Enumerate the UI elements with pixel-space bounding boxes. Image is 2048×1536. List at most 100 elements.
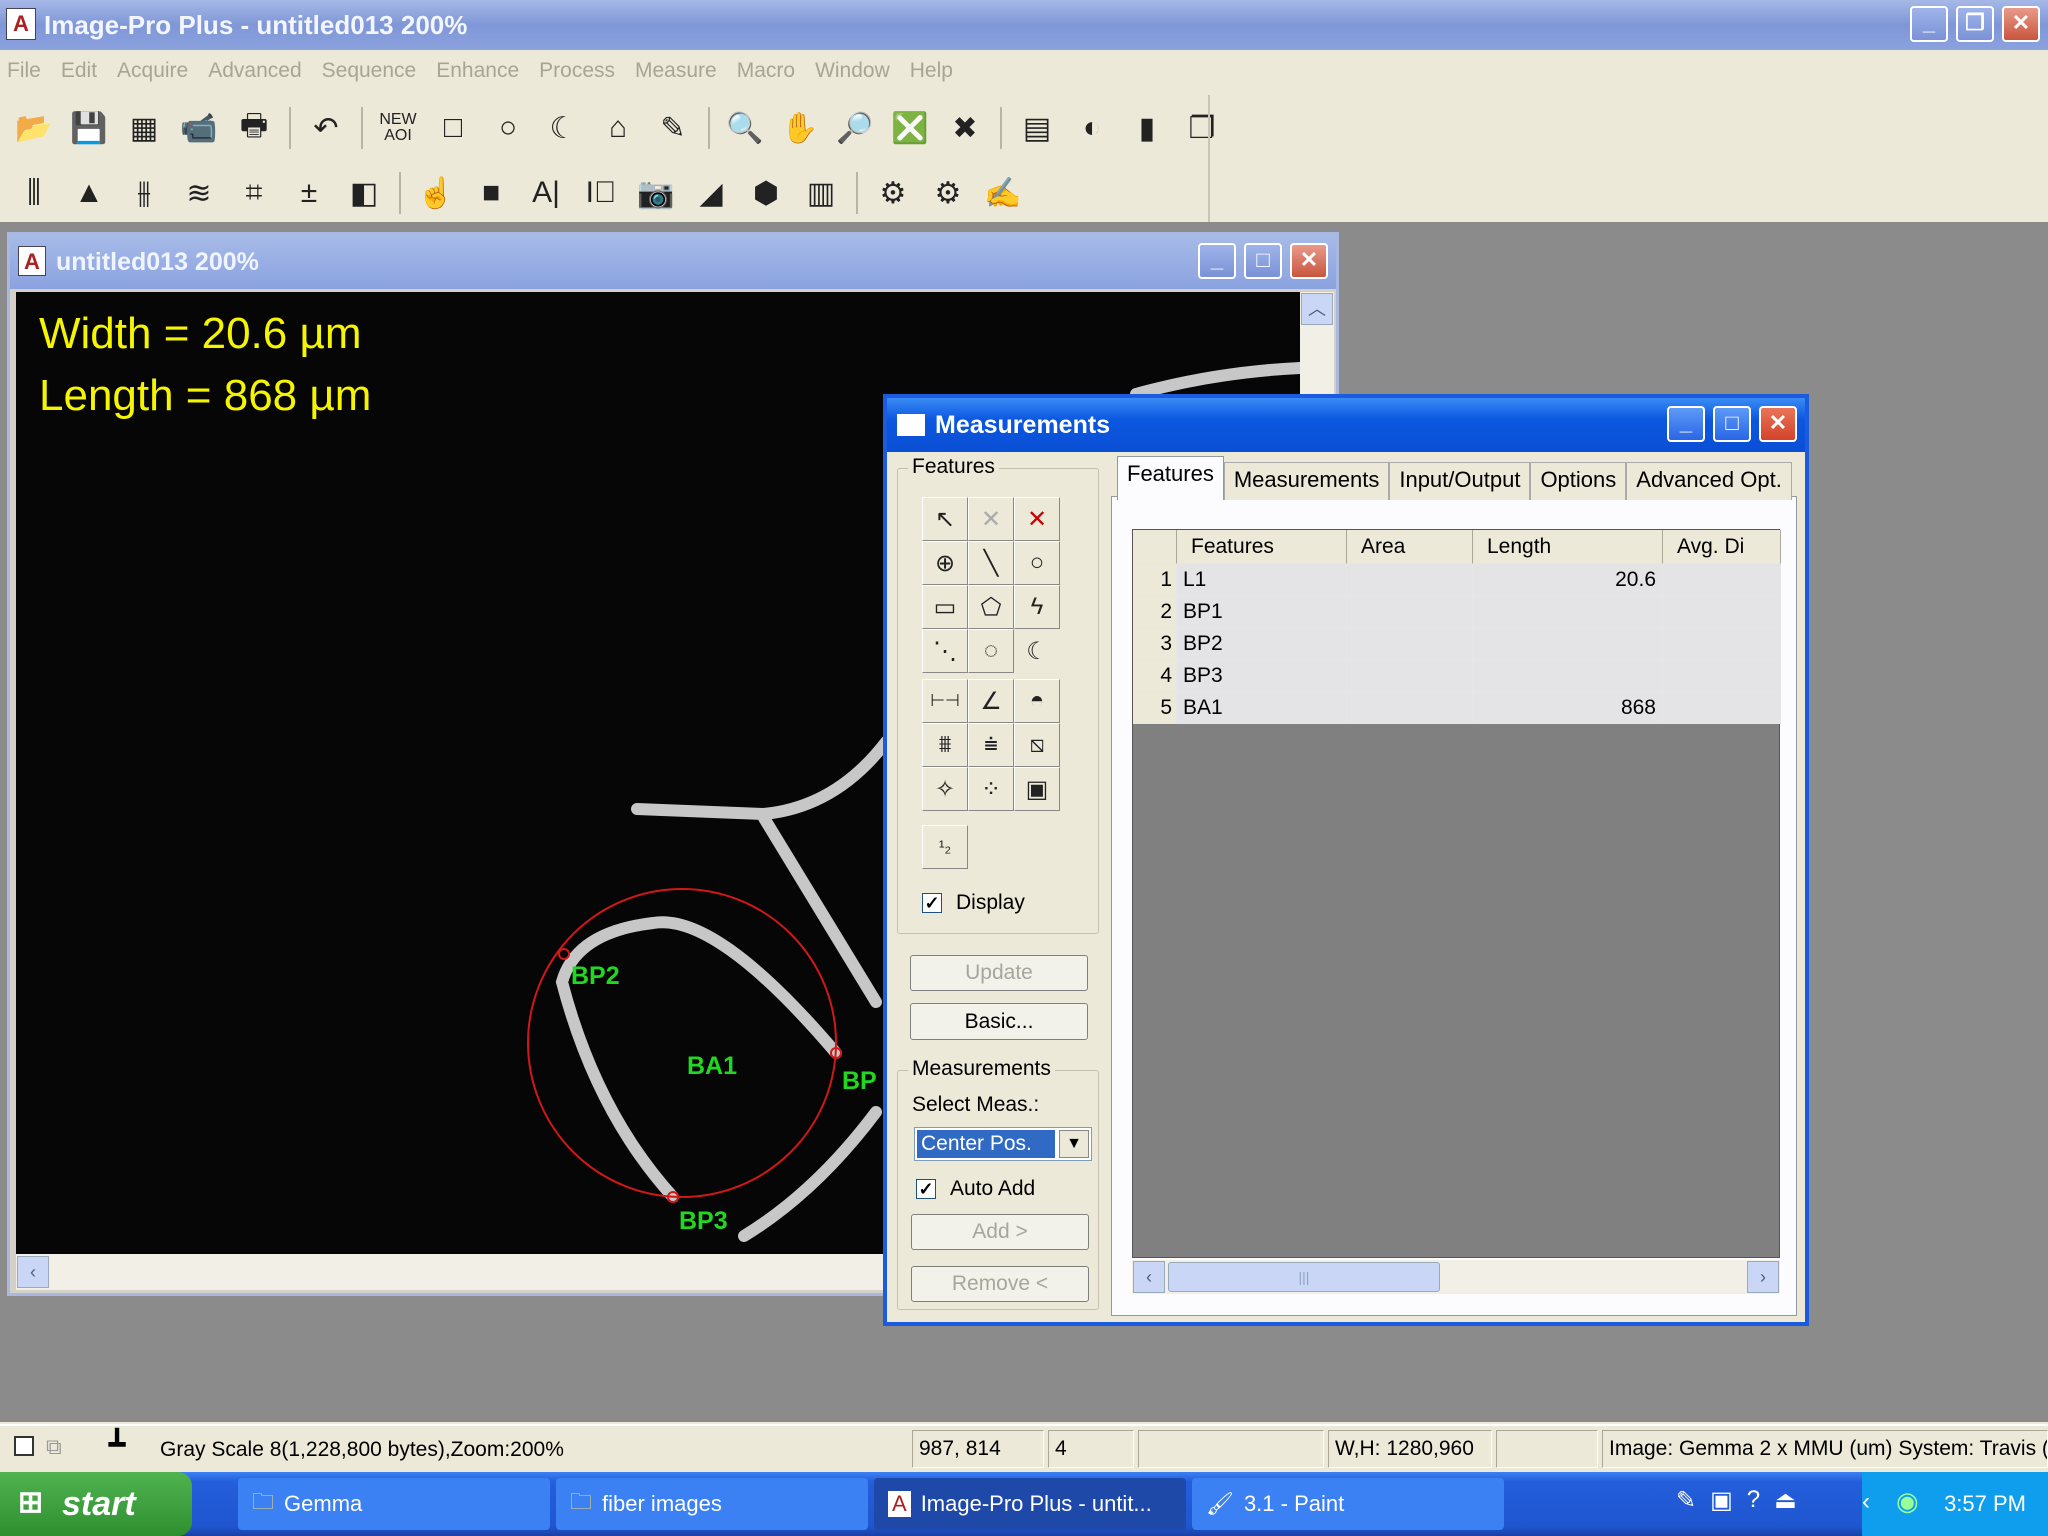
select-mode-icon[interactable] — [14, 1436, 34, 1456]
edit-note-icon[interactable]: ✍ — [979, 170, 1027, 216]
rect-aoi-icon[interactable]: □ — [429, 105, 477, 151]
image-maximize-button[interactable]: □ — [1244, 243, 1282, 279]
stack-measure-icon[interactable]: ⩧ — [968, 723, 1014, 767]
pencil-icon[interactable]: ✎ — [649, 105, 697, 151]
menu-sequence[interactable]: Sequence — [315, 59, 430, 83]
tab-features[interactable]: Features — [1117, 456, 1224, 500]
cell-length[interactable] — [1473, 660, 1663, 692]
stack-icon[interactable]: ▤ — [1013, 105, 1061, 151]
layers-icon[interactable]: ≋ — [175, 170, 223, 216]
ellipse-aoi-icon[interactable]: ○ — [484, 105, 532, 151]
table-row[interactable]: 5 BA1 868 — [1133, 692, 1781, 724]
histogram-icon[interactable]: ▲ — [65, 170, 113, 216]
table-row[interactable]: 3 BP2 — [1133, 628, 1781, 660]
cell-avg-diameter[interactable] — [1663, 660, 1781, 692]
cell-avg-diameter[interactable] — [1663, 692, 1781, 724]
cell-area[interactable] — [1347, 692, 1473, 724]
remove-button[interactable]: Remove < — [911, 1266, 1089, 1302]
tab-measurements[interactable]: Measurements — [1223, 462, 1390, 500]
freehand-icon[interactable]: ϟ — [1014, 585, 1060, 629]
dialog-minimize-button[interactable]: _ — [1667, 406, 1705, 442]
math-icon[interactable]: ± — [285, 170, 333, 216]
cell-avg-diameter[interactable] — [1663, 628, 1781, 660]
contrast-icon[interactable]: ◐ — [1068, 105, 1116, 151]
count-icon[interactable]: ■ — [467, 170, 515, 216]
cell-area[interactable] — [1347, 564, 1473, 596]
menu-enhance[interactable]: Enhance — [429, 59, 532, 83]
clock[interactable]: 3:57 PM — [1944, 1491, 2026, 1517]
bw-icon[interactable]: ◧ — [340, 170, 388, 216]
menu-edit[interactable]: Edit — [54, 59, 110, 83]
display-checkbox[interactable]: ✓ — [922, 893, 942, 913]
table-row[interactable]: 4 BP3 — [1133, 660, 1781, 692]
task-paint[interactable]: 🖌 3.1 - Paint — [1192, 1478, 1504, 1530]
zoom-icon[interactable]: 🔍 — [721, 105, 769, 151]
hatch-icon[interactable]: ⧅ — [1014, 723, 1060, 767]
pen-icon[interactable]: ✎ — [1676, 1486, 1696, 1522]
dropdown-arrow-icon[interactable]: ▼ — [1059, 1130, 1089, 1158]
table-scroll-thumb[interactable]: ||| — [1168, 1262, 1440, 1292]
zoom-region-icon[interactable]: 🔎 — [831, 105, 879, 151]
camera-icon[interactable]: 📹 — [175, 105, 223, 151]
dots-icon[interactable]: ⁘ — [968, 767, 1014, 811]
sliders-icon[interactable]: ⫵ — [120, 170, 168, 216]
point-icon[interactable]: ⊕ — [922, 541, 968, 585]
cell-feature[interactable]: BP3 — [1177, 660, 1347, 692]
cell-length[interactable] — [1473, 628, 1663, 660]
tray-expand-icon[interactable]: ‹ — [1862, 1488, 1870, 1516]
open-icon[interactable]: 📂 — [10, 105, 58, 151]
frame-icon[interactable]: ▣ — [1014, 767, 1060, 811]
column-header[interactable]: Features — [1177, 530, 1347, 564]
update-button[interactable]: Update — [910, 955, 1088, 991]
tray-status-icon[interactable]: ◉ — [1896, 1486, 1919, 1517]
save-icon[interactable]: 💾 — [65, 105, 113, 151]
task-fiber-images[interactable]: 🗀 fiber images — [556, 1478, 868, 1530]
safely-remove-icon[interactable]: ⏏ — [1774, 1486, 1797, 1522]
undo-icon[interactable]: ↶ — [302, 105, 350, 151]
scroll-up-arrow-icon[interactable]: ︿ — [1301, 293, 1333, 325]
irregular-aoi-icon[interactable]: ☾ — [539, 105, 587, 151]
basic-button[interactable]: Basic... — [910, 1003, 1088, 1040]
table-horizontal-scrollbar[interactable]: ‹ ||| › — [1132, 1260, 1780, 1294]
dotted-line-icon[interactable]: ⋱ — [922, 629, 968, 673]
calibration-icon[interactable]: ┻ — [100, 1430, 134, 1464]
tab-options[interactable]: Options — [1530, 462, 1627, 500]
rectangle-icon[interactable]: ▭ — [922, 585, 968, 629]
numbering-icon[interactable]: ¹₂ — [922, 825, 968, 869]
image-minimize-button[interactable]: _ — [1198, 243, 1236, 279]
start-button[interactable]: ⊞ start — [0, 1472, 192, 1536]
restore-button[interactable]: ❐ — [1956, 6, 1994, 42]
menu-measure[interactable]: Measure — [628, 59, 730, 83]
minimize-button[interactable]: _ — [1910, 6, 1948, 42]
magic-wand-icon[interactable]: ⌂ — [594, 105, 642, 151]
column-header[interactable]: Area — [1347, 530, 1473, 564]
table-scroll-right-icon[interactable]: › — [1747, 1261, 1779, 1293]
angle-icon[interactable]: ∠ — [968, 679, 1014, 723]
task-image-pro[interactable]: A Image-Pro Plus - untit... — [874, 1478, 1186, 1530]
dialog-maximize-button[interactable]: □ — [1713, 406, 1751, 442]
circle-icon[interactable]: ○ — [1014, 541, 1060, 585]
auto-add-checkbox[interactable]: ✓ — [916, 1179, 936, 1199]
polygon-icon[interactable]: ⬠ — [968, 585, 1014, 629]
cell-area[interactable] — [1347, 628, 1473, 660]
macro-icon[interactable]: ⚙ — [869, 170, 917, 216]
calibrate-grid-icon[interactable]: ⌗ — [230, 170, 278, 216]
windows-icon[interactable]: ❐ — [1178, 105, 1226, 151]
add-button[interactable]: Add > — [911, 1214, 1089, 1250]
protractor-icon[interactable]: ◓ — [1014, 679, 1060, 723]
line-histogram-icon[interactable]: ◢ — [687, 170, 735, 216]
dialog-close-button[interactable]: ✕ — [1759, 406, 1797, 442]
data-table-icon[interactable]: ▥ — [797, 170, 845, 216]
help-icon[interactable]: ? — [1747, 1486, 1760, 1522]
menu-help[interactable]: Help — [903, 59, 966, 83]
cell-feature[interactable]: L1 — [1177, 564, 1347, 596]
threshold-icon[interactable]: ⩩ — [922, 723, 968, 767]
levels-icon[interactable]: ⫼ — [10, 170, 58, 216]
header-corner[interactable] — [1133, 530, 1177, 564]
snapshot-icon[interactable]: 📷 — [632, 170, 680, 216]
table-row[interactable]: 2 BP1 — [1133, 596, 1781, 628]
menu-file[interactable]: File — [0, 59, 54, 83]
wand-icon[interactable]: ✧ — [922, 767, 968, 811]
print-icon[interactable]: 🖶 — [230, 105, 278, 151]
image-close-button[interactable]: ✕ — [1290, 243, 1328, 279]
